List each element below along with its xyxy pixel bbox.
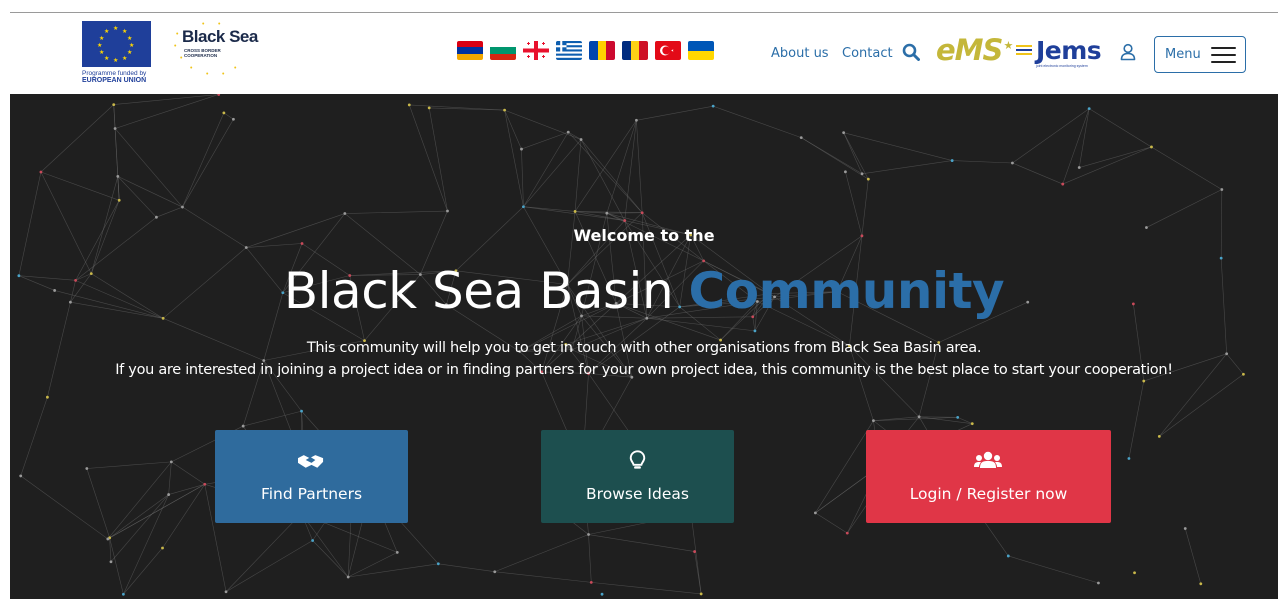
nav-about-link[interactable]: About us <box>771 46 829 61</box>
eu-caption-line1: Programme funded by <box>82 70 147 77</box>
hero-description-line2: If you are interested in joining a proje… <box>115 362 1173 378</box>
hero-section: Welcome to the Black Sea Basin Community… <box>10 94 1278 599</box>
lightbulb-icon <box>629 450 646 469</box>
site-header: ★ ★ ★ ★ ★ ★ ★ ★ ★ ★ ★ ★ Programme funded… <box>0 13 1278 94</box>
browse-ideas-button[interactable]: Browse Ideas <box>541 430 734 523</box>
browse-ideas-label: Browse Ideas <box>586 485 689 503</box>
hero-headline-main: Black Sea Basin <box>283 262 674 320</box>
language-flags <box>457 41 714 60</box>
login-register-button[interactable]: Login / Register now <box>866 430 1111 523</box>
nav-contact-link[interactable]: Contact <box>842 46 893 61</box>
login-register-label: Login / Register now <box>909 485 1068 503</box>
hamburger-icon <box>1211 47 1236 64</box>
eu-caption-line2: EUROPEAN UNION <box>82 77 147 84</box>
hero-headline: Black Sea Basin Community <box>10 262 1278 320</box>
eu-flag-icon: ★ ★ ★ ★ ★ ★ ★ ★ ★ ★ ★ ★ <box>82 21 151 67</box>
ems-logo-text: eMS <box>936 33 1003 67</box>
flag-romania-icon[interactable] <box>622 41 648 60</box>
jems-tagline: joint electronic monitoring system <box>1036 64 1088 68</box>
search-icon[interactable] <box>902 43 920 61</box>
ems-star-icon: ★ <box>1003 39 1014 52</box>
flag-turkey-icon[interactable] <box>655 41 681 60</box>
jems-mark-icon <box>1016 45 1032 57</box>
ems-logo[interactable]: eMS ★ <box>936 33 1013 67</box>
hero-description-line1: This community will help you to get in t… <box>306 340 982 356</box>
jems-logo-text: Jems <box>1036 36 1102 65</box>
menu-button[interactable]: Menu <box>1154 36 1246 73</box>
programme-logo-title: Black Sea <box>182 27 258 46</box>
flag-greece-icon[interactable] <box>556 41 582 60</box>
flag-armenia-icon[interactable] <box>457 41 483 60</box>
find-partners-button[interactable]: Find Partners <box>215 430 408 523</box>
programme-logo-subtitle: CROSS BORDER COOPERATION <box>184 48 221 58</box>
flag-bulgaria-icon[interactable] <box>490 41 516 60</box>
flag-georgia-icon[interactable] <box>523 41 549 60</box>
user-icon[interactable] <box>1119 43 1137 61</box>
handshake-icon <box>297 455 324 468</box>
eu-logo[interactable]: ★ ★ ★ ★ ★ ★ ★ ★ ★ ★ ★ ★ Programme funded… <box>82 21 154 89</box>
hero-welcome: Welcome to the <box>573 226 715 245</box>
menu-label: Menu <box>1165 47 1201 62</box>
hero-description: This community will help you to get in t… <box>10 337 1278 381</box>
hero-headline-highlight: Community <box>688 262 1005 320</box>
jems-logo[interactable]: Jems joint electronic monitoring system <box>1016 37 1104 69</box>
flag-moldova-icon[interactable] <box>589 41 615 60</box>
programme-logo[interactable]: • • • • • • • • • Black Sea CROSS BORDER… <box>172 21 264 85</box>
flag-ukraine-icon[interactable] <box>688 41 714 60</box>
users-icon <box>974 451 1002 468</box>
eu-caption: Programme funded by EUROPEAN UNION <box>82 70 154 84</box>
programme-logo-subtitle-2: COOPERATION <box>184 53 218 58</box>
find-partners-label: Find Partners <box>260 485 363 503</box>
